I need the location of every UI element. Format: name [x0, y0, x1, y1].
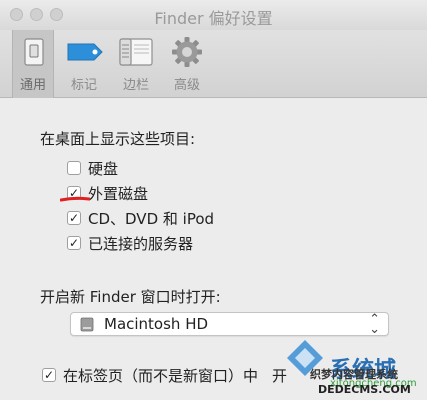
preferences-toolbar: 通用 标记 边栏 高级: [0, 30, 427, 98]
hard-drive-icon: [80, 317, 94, 332]
tab-sidebar[interactable]: 边栏: [114, 30, 158, 98]
checkbox-connected-servers[interactable]: ✓ 已连接的服务器: [67, 233, 193, 253]
connected-servers-label: 已连接的服务器: [88, 234, 194, 253]
general-switch-icon: [13, 36, 53, 68]
desktop-items-heading: 在桌面上显示这些项目:: [40, 130, 196, 148]
checkbox-open-in-tabs[interactable]: ✓ 在标签页（而不是新窗口）中 开: [42, 365, 287, 385]
tab-sidebar-label: 边栏: [122, 78, 149, 93]
cds-dvds-ipods-label: CD、DVD 和 iPod: [88, 209, 215, 228]
checkbox-hard-disks[interactable]: 硬盘: [67, 158, 118, 178]
new-window-location-select[interactable]: Macintosh HD ⌃ ⌄: [70, 312, 389, 336]
connected-servers-checkbox[interactable]: ✓: [67, 236, 81, 250]
sidebar-icon: [114, 36, 158, 68]
hard-disks-label: 硬盘: [88, 159, 119, 178]
watermark-site-en: DEDECMS.COM: [318, 383, 411, 396]
open-in-tabs-checkbox[interactable]: ✓: [42, 368, 56, 382]
cds-dvds-ipods-checkbox[interactable]: ✓: [67, 211, 81, 225]
tab-general-label: 通用: [19, 78, 46, 93]
title-bar: Finder 偏好设置: [0, 0, 427, 30]
hard-disks-checkbox[interactable]: [67, 161, 81, 175]
tab-tags[interactable]: 标记: [62, 30, 106, 98]
tab-advanced[interactable]: 高级: [166, 30, 208, 98]
tab-advanced-label: 高级: [173, 78, 200, 93]
open-in-tabs-label: 在标签页（而不是新窗口）中: [63, 366, 259, 385]
window-title: Finder 偏好设置: [154, 9, 273, 28]
gear-icon: [166, 36, 208, 68]
red-underline-annotation: [60, 196, 90, 202]
tab-tags-label: 标记: [70, 78, 97, 93]
checkbox-cds-dvds-ipods[interactable]: ✓ CD、DVD 和 iPod: [67, 208, 214, 228]
external-disks-label: 外置磁盘: [88, 184, 149, 203]
tab-general[interactable]: 通用: [12, 30, 54, 98]
chevron-updown-icon: ⌃ ⌄: [369, 312, 380, 337]
new-window-heading: 开启新 Finder 窗口时打开:: [40, 288, 221, 306]
tag-icon: [62, 36, 106, 68]
selected-location-text: Macintosh HD: [104, 315, 209, 333]
